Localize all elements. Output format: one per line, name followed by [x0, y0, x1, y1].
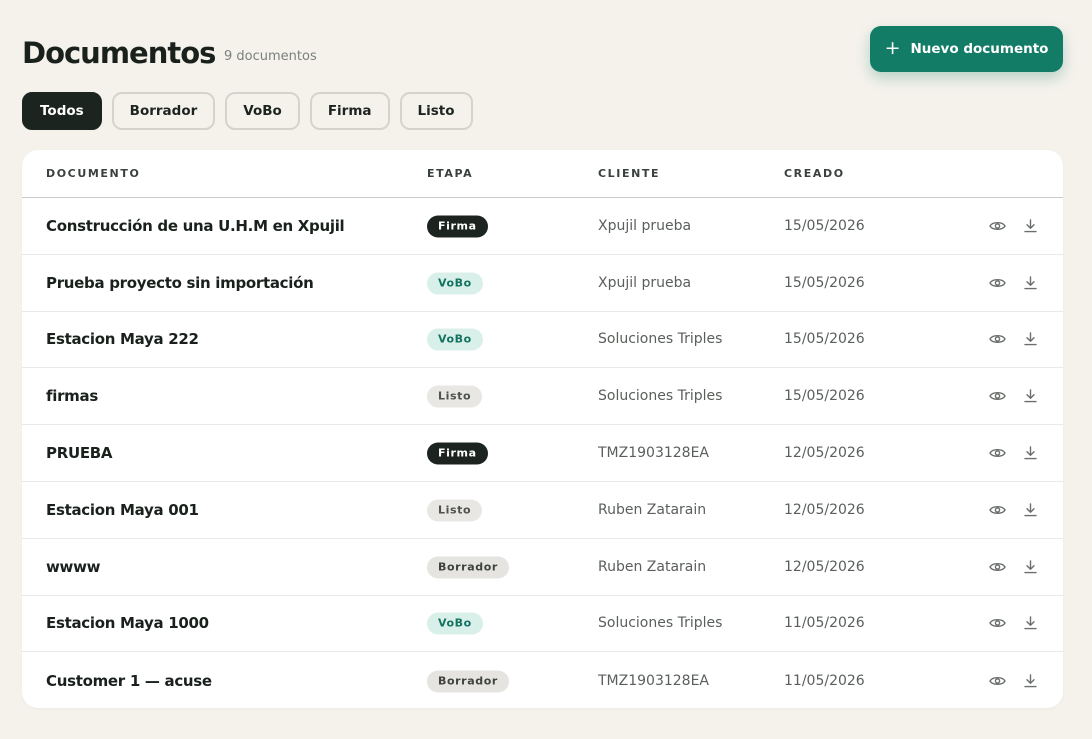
client-name: Xpujil prueba — [598, 274, 692, 291]
stage-badge: VoBo — [427, 328, 483, 351]
download-icon[interactable] — [1021, 274, 1039, 292]
filter-firma[interactable]: Firma — [309, 92, 390, 130]
client-name: Ruben Zatarain — [598, 558, 707, 575]
table-row[interactable]: PRUEBA Firma TMZ1903128EA 12/05/2026 — [22, 425, 1063, 482]
stage-cell: Firma — [427, 214, 488, 238]
eye-icon[interactable] — [988, 558, 1006, 576]
plus-icon: + — [884, 36, 901, 59]
stage-cell: Borrador — [427, 669, 509, 693]
eye-icon[interactable] — [988, 614, 1006, 632]
created-date: 12/05/2026 — [784, 501, 865, 518]
stage-cell: VoBo — [427, 328, 483, 351]
row-actions — [988, 614, 1039, 632]
table-row[interactable]: Prueba proyecto sin importación VoBo Xpuji… — [22, 255, 1063, 312]
stage-cell: Listo — [427, 385, 483, 408]
stage-filter-bar: Todos Borrador VoBo Firma Listo — [22, 92, 473, 130]
stage-cell: VoBo — [427, 271, 483, 295]
stage-badge: Listo — [427, 499, 483, 522]
row-actions — [988, 387, 1039, 405]
filter-listo[interactable]: Listo — [399, 92, 473, 130]
eye-icon[interactable] — [988, 274, 1006, 292]
row-actions — [988, 217, 1039, 235]
row-actions — [988, 274, 1039, 292]
document-count: 9 documentos — [224, 49, 317, 64]
table-row[interactable]: wwww Borrador Ruben Zatarain 12/05/2026 — [22, 539, 1063, 596]
table-row[interactable]: Estacion Maya 222 VoBo Soluciones Triples 1… — [22, 312, 1063, 369]
documents-table: DOCUMENTO ETAPA CLIENTE CREADO Construcc… — [22, 150, 1063, 708]
client-name: TMZ1903128EA — [598, 445, 709, 462]
stage-badge: Firma — [427, 215, 488, 238]
stage-badge: Borrador — [427, 670, 509, 693]
client-name: Xpujil prueba — [598, 217, 692, 234]
created-date: 15/05/2026 — [784, 388, 865, 405]
download-icon[interactable] — [1021, 387, 1039, 405]
column-header-etapa[interactable]: ETAPA — [427, 167, 473, 180]
document-name[interactable]: firmas — [46, 387, 98, 405]
created-date: 15/05/2026 — [784, 217, 865, 234]
stage-cell: Borrador — [427, 555, 509, 579]
eye-icon[interactable] — [988, 444, 1006, 462]
eye-icon[interactable] — [988, 330, 1006, 348]
stage-badge: VoBo — [427, 272, 483, 295]
download-icon[interactable] — [1021, 217, 1039, 235]
client-name: Soluciones Triples — [598, 331, 723, 348]
created-date: 15/05/2026 — [784, 274, 865, 291]
download-icon[interactable] — [1021, 444, 1039, 462]
row-actions — [988, 444, 1039, 462]
eye-icon[interactable] — [988, 387, 1006, 405]
column-header-cliente[interactable]: CLIENTE — [598, 167, 660, 180]
row-actions — [988, 330, 1039, 348]
table-row[interactable]: Estacion Maya 1000 VoBo Soluciones Triples… — [22, 596, 1063, 653]
document-name[interactable]: PRUEBA — [46, 444, 113, 462]
eye-icon[interactable] — [988, 217, 1006, 235]
client-name: Soluciones Triples — [598, 388, 723, 405]
document-name[interactable]: Estacion Maya 222 — [46, 330, 199, 348]
created-date: 12/05/2026 — [784, 445, 865, 462]
created-date: 11/05/2026 — [784, 615, 865, 632]
page-title: Documentos — [22, 36, 216, 70]
row-actions — [988, 672, 1039, 690]
table-row[interactable]: firmas Listo Soluciones Triples 15/05/2026 — [22, 368, 1063, 426]
stage-cell: Firma — [427, 442, 488, 465]
stage-badge: Listo — [427, 385, 483, 408]
document-name[interactable]: Estacion Maya 001 — [46, 501, 199, 519]
column-header-documento[interactable]: DOCUMENTO — [46, 167, 140, 180]
row-actions — [988, 558, 1039, 576]
filter-borrador[interactable]: Borrador — [111, 92, 216, 130]
client-name: Ruben Zatarain — [598, 501, 707, 518]
document-name[interactable]: Construcción de una U.H.M en Xpujil — [46, 217, 345, 235]
new-document-button[interactable]: + Nuevo documento — [870, 26, 1063, 72]
download-icon[interactable] — [1021, 501, 1039, 519]
created-date: 12/05/2026 — [784, 558, 865, 575]
download-icon[interactable] — [1021, 330, 1039, 348]
filter-todos[interactable]: Todos — [22, 92, 102, 130]
column-header-creado[interactable]: CREADO — [784, 167, 845, 180]
download-icon[interactable] — [1021, 614, 1039, 632]
download-icon[interactable] — [1021, 672, 1039, 690]
stage-badge: VoBo — [427, 612, 483, 635]
eye-icon[interactable] — [988, 501, 1006, 519]
stage-badge: Firma — [427, 442, 488, 465]
table-header: DOCUMENTO ETAPA CLIENTE CREADO — [22, 150, 1063, 198]
document-name[interactable]: Customer 1 — acuse — [46, 672, 212, 690]
client-name: TMZ1903128EA — [598, 672, 709, 689]
document-name[interactable]: Estacion Maya 1000 — [46, 614, 209, 632]
new-document-label: Nuevo documento — [910, 41, 1049, 57]
filter-vobo[interactable]: VoBo — [225, 92, 300, 130]
eye-icon[interactable] — [988, 672, 1006, 690]
document-name[interactable]: wwww — [46, 558, 101, 576]
download-icon[interactable] — [1021, 558, 1039, 576]
stage-cell: Listo — [427, 498, 483, 522]
table-row[interactable]: Customer 1 — acuse Borrador TMZ1903128EA 11… — [22, 652, 1063, 708]
document-name[interactable]: Prueba proyecto sin importación — [46, 274, 314, 292]
stage-badge: Borrador — [427, 556, 509, 579]
stage-cell: VoBo — [427, 612, 483, 635]
table-row[interactable]: Estacion Maya 001 Listo Ruben Zatarain 12/0… — [22, 482, 1063, 539]
created-date: 15/05/2026 — [784, 331, 865, 348]
client-name: Soluciones Triples — [598, 615, 723, 632]
created-date: 11/05/2026 — [784, 672, 865, 689]
table-row[interactable]: Construcción de una U.H.M en Xpujil Firma… — [22, 198, 1063, 255]
row-actions — [988, 501, 1039, 519]
